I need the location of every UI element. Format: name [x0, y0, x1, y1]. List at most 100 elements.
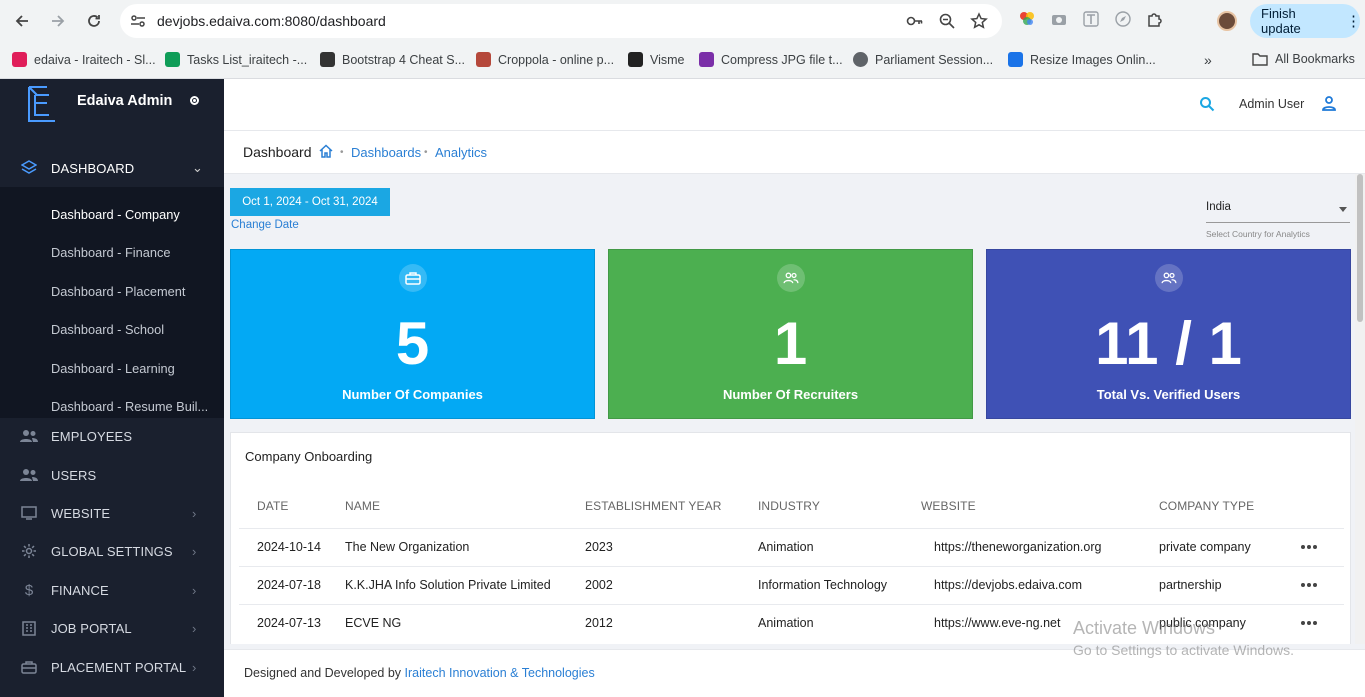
- cell-website[interactable]: https://theneworganization.org: [934, 540, 1101, 554]
- address-bar[interactable]: devjobs.edaiva.com:8080/dashboard: [120, 4, 1002, 38]
- table-row[interactable]: 2024-10-14 The New Organization 2023 Ani…: [239, 528, 1344, 566]
- sidebar-subitem-placement[interactable]: Dashboard - Placement: [51, 284, 185, 299]
- password-key-icon[interactable]: [906, 12, 924, 30]
- star-icon[interactable]: [970, 12, 988, 30]
- sidebar-item-global-settings[interactable]: GLOBAL SETTINGS ›: [0, 532, 224, 570]
- sidebar-toggle-icon[interactable]: [190, 96, 199, 105]
- cell-industry: Information Technology: [758, 578, 888, 592]
- briefcase-icon: [399, 264, 427, 292]
- bookmark-item[interactable]: Bootstrap 4 Cheat S...: [320, 52, 465, 67]
- content-scrollbar[interactable]: [1355, 174, 1365, 644]
- bookmark-item[interactable]: Croppola - online p...: [476, 52, 614, 67]
- page-title: Dashboard: [243, 144, 312, 160]
- bookmark-favicon-icon: [1008, 52, 1023, 67]
- search-icon[interactable]: [1199, 96, 1215, 112]
- stat-card-users[interactable]: 11 / 1 Total Vs. Verified Users: [986, 249, 1351, 419]
- compass-extension-icon[interactable]: [1114, 10, 1132, 28]
- sidebar-item-dashboard[interactable]: DASHBOARD ⌄: [0, 149, 224, 187]
- cell-website[interactable]: https://devjobs.edaiva.com: [934, 578, 1082, 592]
- sidebar-item-website[interactable]: WEBSITE ›: [0, 494, 224, 532]
- column-header[interactable]: DATE: [257, 499, 289, 513]
- zoom-icon[interactable]: [938, 12, 956, 30]
- country-select-hint: Select Country for Analytics: [1206, 229, 1310, 239]
- breadcrumb-link-analytics[interactable]: Analytics: [435, 145, 487, 160]
- folder-icon: [1252, 53, 1268, 66]
- extensions-puzzle-icon[interactable]: [1146, 10, 1164, 28]
- monitor-icon: [20, 504, 38, 522]
- browser-toolbar: devjobs.edaiva.com:8080/dashboard Finish…: [0, 0, 1365, 42]
- column-header[interactable]: NAME: [345, 499, 380, 513]
- chevron-right-icon: ›: [192, 543, 197, 559]
- more-actions-icon[interactable]: [1301, 621, 1317, 625]
- forward-icon[interactable]: [46, 9, 70, 33]
- bookmark-item[interactable]: Compress JPG file t...: [699, 52, 843, 67]
- sidebar-item-finance[interactable]: $ FINANCE ›: [0, 571, 224, 609]
- column-header[interactable]: WEBSITE: [921, 499, 976, 513]
- sidebar-item-job-portal[interactable]: JOB PORTAL ›: [0, 609, 224, 647]
- sidebar-subitem-finance[interactable]: Dashboard - Finance: [51, 245, 171, 260]
- dashboard-submenu: Dashboard - Company Dashboard - Finance …: [0, 187, 224, 418]
- kebab-menu-icon[interactable]: ⋮: [1346, 12, 1361, 30]
- people-icon: [20, 466, 38, 484]
- brand[interactable]: Edaiva Admin: [0, 79, 224, 129]
- footer-company-link[interactable]: Iraitech Innovation & Technologies: [405, 666, 595, 680]
- bookmark-favicon-icon: [320, 52, 335, 67]
- sidebar-subitem-school[interactable]: Dashboard - School: [51, 322, 164, 337]
- camera-extension-icon[interactable]: [1050, 10, 1068, 28]
- bookmark-item[interactable]: Tasks List_iraitech -...: [165, 52, 307, 67]
- table-row[interactable]: 2024-07-18 K.K.JHA Info Solution Private…: [239, 566, 1344, 604]
- stat-caption: Number Of Recruiters: [722, 387, 859, 402]
- bookmark-item[interactable]: edaiva - Iraitech - Sl...: [12, 52, 156, 67]
- sidebar-subitem-resume-builder[interactable]: Dashboard - Resume Buil...: [51, 399, 208, 414]
- column-header[interactable]: ESTABLISHMENT YEAR: [585, 499, 722, 513]
- column-header[interactable]: COMPANY TYPE: [1159, 499, 1254, 513]
- bookmark-favicon-icon: [165, 52, 180, 67]
- bookmark-item[interactable]: Visme: [628, 52, 685, 67]
- user-name[interactable]: Admin User: [1239, 97, 1304, 111]
- layers-icon: [20, 159, 38, 177]
- bookmark-favicon-icon: [699, 52, 714, 67]
- bookmark-item[interactable]: Parliament Session...: [853, 52, 993, 67]
- cell-website[interactable]: https://www.eve-ng.net: [934, 616, 1060, 630]
- text-extension-icon[interactable]: [1082, 10, 1100, 28]
- country-select[interactable]: India: [1206, 201, 1350, 223]
- sidebar-subitem-learning[interactable]: Dashboard - Learning: [51, 361, 175, 376]
- date-range-chip[interactable]: Oct 1, 2024 - Oct 31, 2024: [230, 188, 390, 216]
- column-header[interactable]: INDUSTRY: [758, 499, 820, 513]
- stat-card-recruiters[interactable]: 1 Number Of Recruiters: [608, 249, 973, 419]
- home-icon[interactable]: [319, 144, 333, 158]
- back-icon[interactable]: [10, 9, 34, 33]
- breadcrumb-separator: •: [340, 147, 344, 158]
- sidebar-item-label: EMPLOYEES: [51, 428, 133, 444]
- all-bookmarks[interactable]: All Bookmarks: [1252, 52, 1355, 66]
- bookmark-item[interactable]: Resize Images Onlin...: [1008, 52, 1156, 67]
- watermark-line2: Go to Settings to activate Windows.: [1073, 642, 1294, 658]
- sidebar-item-placement-portal[interactable]: PLACEMENT PORTAL ›: [0, 648, 224, 686]
- sidebar-item-label: JOB PORTAL: [51, 620, 132, 636]
- cell-name: K.K.JHA Info Solution Private Limited: [345, 578, 551, 592]
- profile-avatar[interactable]: [1217, 11, 1237, 31]
- site-info-icon[interactable]: [130, 14, 146, 28]
- stat-value: 11 / 1: [1095, 310, 1242, 377]
- chevron-right-icon: ›: [192, 582, 197, 598]
- breadcrumb-link-dashboards[interactable]: Dashboards: [351, 145, 421, 160]
- bookmarks-bar: edaiva - Iraitech - Sl... Tasks List_ira…: [0, 42, 1365, 79]
- color-extension-icon[interactable]: [1018, 10, 1036, 28]
- more-bookmarks-icon[interactable]: »: [1204, 52, 1212, 68]
- all-bookmarks-label: All Bookmarks: [1275, 52, 1355, 66]
- more-actions-icon[interactable]: [1301, 583, 1317, 587]
- bookmark-label: Visme: [650, 52, 685, 67]
- more-actions-icon[interactable]: [1301, 545, 1317, 549]
- footer-text: Designed and Developed by Iraitech Innov…: [244, 666, 595, 680]
- sidebar-subitem-company[interactable]: Dashboard - Company: [51, 207, 180, 222]
- bookmark-label: Compress JPG file t...: [721, 52, 843, 67]
- sidebar-item-users[interactable]: USERS: [0, 456, 224, 494]
- scrollbar-thumb[interactable]: [1357, 174, 1363, 322]
- change-date-link[interactable]: Change Date: [231, 219, 299, 231]
- user-icon[interactable]: [1321, 95, 1337, 111]
- stat-caption: Total Vs. Verified Users: [1096, 387, 1241, 402]
- sidebar-item-employees[interactable]: EMPLOYEES: [0, 417, 224, 455]
- finish-update-button[interactable]: Finish update ⋮: [1250, 4, 1361, 38]
- reload-icon[interactable]: [82, 9, 106, 33]
- stat-card-companies[interactable]: 5 Number Of Companies: [230, 249, 595, 419]
